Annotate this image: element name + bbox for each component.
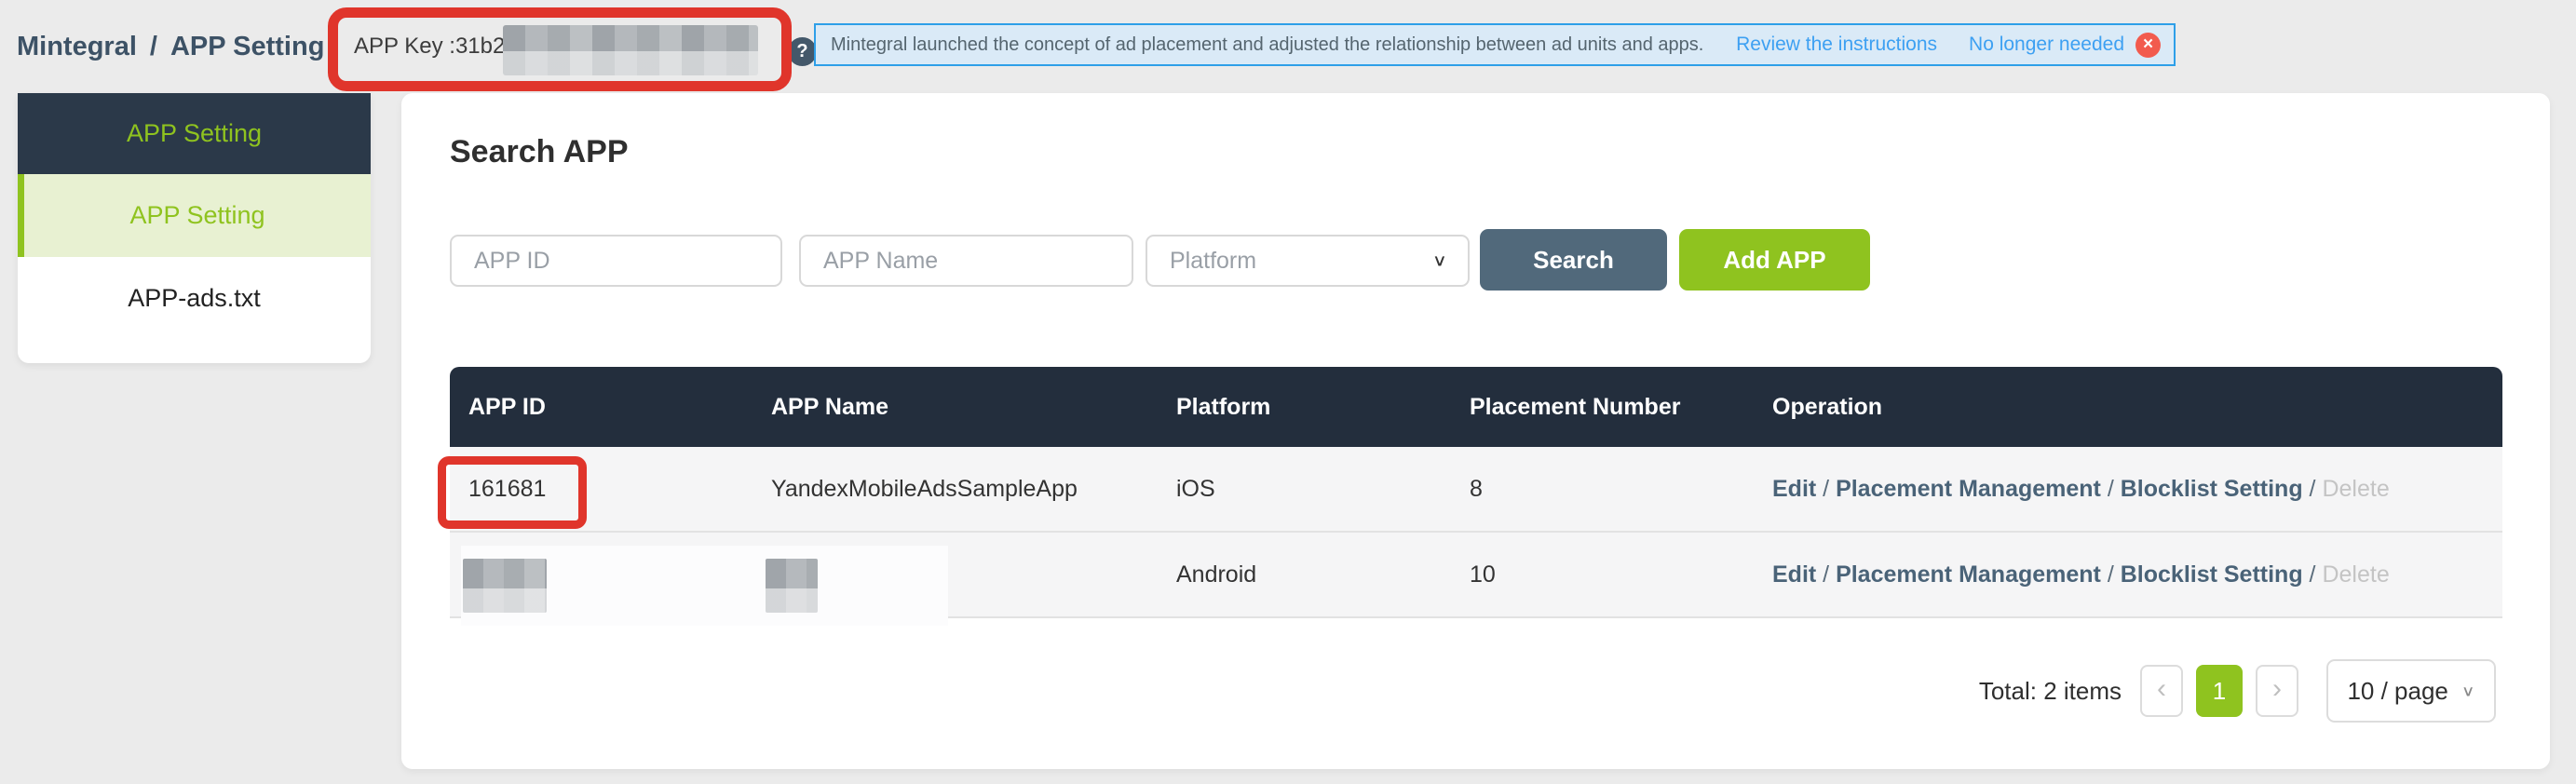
next-page-button[interactable]: › [2256,665,2298,717]
header-app-id: APP ID [450,367,771,447]
cell-platform: Android [1176,533,1470,616]
search-button[interactable]: Search [1480,229,1667,291]
delete-link-disabled: Delete [2322,476,2389,503]
page-size-select[interactable]: 10 / page ∨ [2326,659,2496,723]
breadcrumb-current: APP Setting [170,32,324,62]
edit-link[interactable]: Edit [1772,476,1816,503]
chevron-right-icon: › [2272,673,2282,705]
cell-app-name: YandexMobileAdsSampleApp [771,447,1176,531]
delete-link-disabled: Delete [2322,561,2389,588]
sidebar-header: APP Setting [18,93,371,174]
breadcrumb-separator: / [150,32,157,62]
cell-operation: Edit / Placement Management / Blocklist … [1772,447,2502,531]
platform-select[interactable]: Platform ∨ [1146,235,1470,287]
op-separator: / [2101,561,2121,588]
app-key-redaction-blur [503,25,758,75]
header-placement-number: Placement Number [1470,367,1772,447]
row2-app-id-redaction-blur [463,559,547,613]
sidebar: APP Setting APP Setting APP-ads.txt [18,93,371,363]
op-separator: / [2303,476,2323,503]
app-key-label: APP Key : [354,34,455,60]
cell-placement-number: 10 [1470,533,1772,616]
notice-banner: Mintegral launched the concept of ad pla… [814,23,2176,66]
main-content-card: Search APP Platform ∨ Search Add APP APP… [401,93,2550,769]
cell-operation: Edit / Placement Management / Blocklist … [1772,533,2502,616]
banner-close-icon[interactable]: × [2135,33,2161,58]
op-separator: / [1816,476,1836,503]
page-1-button[interactable]: 1 [2196,665,2243,717]
chevron-left-icon: ‹ [2157,673,2166,705]
page-size-label: 10 / page [2347,677,2447,706]
no-longer-needed-link[interactable]: No longer needed [1969,34,2124,56]
breadcrumb: Mintegral / APP Setting [17,0,324,93]
help-icon[interactable]: ? [788,37,817,66]
chevron-down-icon: ∨ [1432,251,1447,271]
op-separator: / [2101,476,2121,503]
edit-link[interactable]: Edit [1772,561,1816,588]
sidebar-item-app-ads-txt[interactable]: APP-ads.txt [18,257,371,340]
banner-message: Mintegral launched the concept of ad pla… [831,34,1703,56]
cell-app-id: 161681 [450,447,771,531]
row2-app-name-redaction-blur [766,559,818,613]
cell-platform: iOS [1176,447,1470,531]
breadcrumb-root[interactable]: Mintegral [17,32,137,62]
op-separator: / [1816,561,1836,588]
app-id-input[interactable] [450,235,782,287]
platform-select-placeholder: Platform [1170,248,1256,275]
page-title: Search APP [450,134,629,170]
op-separator: / [2303,561,2323,588]
placement-management-link[interactable]: Placement Management [1836,561,2101,588]
cell-placement-number: 8 [1470,447,1772,531]
blocklist-setting-link[interactable]: Blocklist Setting [2121,561,2303,588]
chevron-down-icon: ∨ [2461,682,2475,700]
blocklist-setting-link[interactable]: Blocklist Setting [2121,476,2303,503]
prev-page-button[interactable]: ‹ [2140,665,2183,717]
pagination-total: Total: 2 items [1979,677,2122,706]
header-operation: Operation [1772,367,2502,447]
header-platform: Platform [1176,367,1470,447]
app-name-input[interactable] [799,235,1133,287]
table-row: 161681 YandexMobileAdsSampleApp iOS 8 Ed… [450,447,2502,533]
sidebar-item-app-setting[interactable]: APP Setting [18,174,371,257]
table-header-row: APP ID APP Name Platform Placement Numbe… [450,367,2502,447]
add-app-button[interactable]: Add APP [1679,229,1870,291]
pagination: Total: 2 items ‹ 1 › 10 / page ∨ [1979,657,2496,724]
placement-management-link[interactable]: Placement Management [1836,476,2101,503]
review-instructions-link[interactable]: Review the instructions [1736,34,1937,56]
header-app-name: APP Name [771,367,1176,447]
